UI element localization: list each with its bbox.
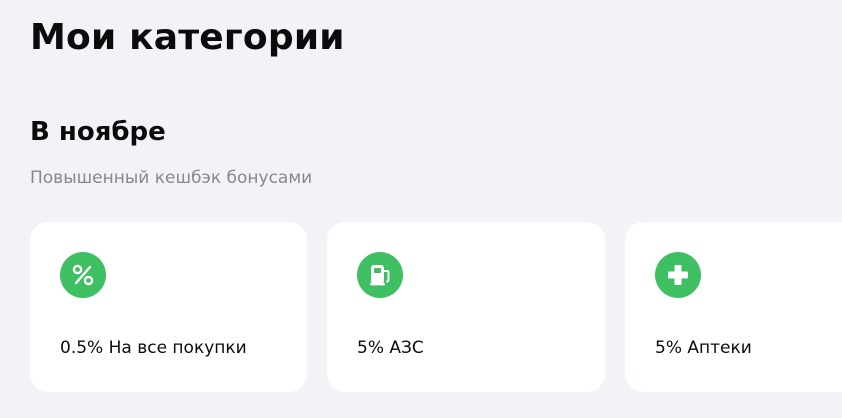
percent-icon (60, 252, 106, 298)
category-card-all-purchases[interactable]: 0.5% На все покупки (30, 222, 307, 392)
category-card-gas-stations[interactable]: 5% АЗС (327, 222, 605, 392)
section-subtitle: Повышенный кешбэк бонусами (30, 168, 313, 188)
category-card-pharmacies[interactable]: 5% Аптеки (625, 222, 842, 392)
category-label: 5% Аптеки (655, 338, 752, 358)
pharmacy-cross-icon (655, 252, 701, 298)
fuel-pump-icon (357, 252, 403, 298)
section-title: В ноябре (30, 117, 166, 147)
category-label: 5% АЗС (357, 338, 424, 358)
category-cards: 0.5% На все покупки 5% АЗС 5% Аптеки (30, 222, 842, 392)
category-label: 0.5% На все покупки (60, 338, 247, 358)
page-title: Мои категории (30, 17, 345, 58)
page: Мои категории В ноябре Повышенный кешбэк… (0, 0, 842, 418)
